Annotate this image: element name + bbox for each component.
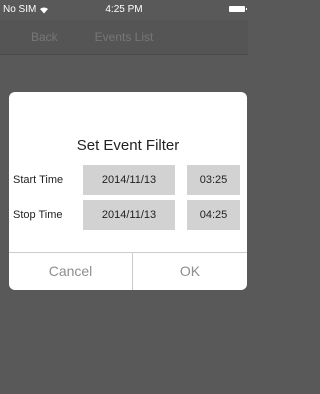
stop-date-field[interactable]: 2014/11/13 bbox=[83, 200, 175, 230]
status-time: 4:25 PM bbox=[105, 4, 143, 15]
stop-time-label: Stop Time bbox=[13, 209, 63, 221]
filter-dialog: Set Event Filter Start Time 2014/11/13 0… bbox=[9, 92, 247, 290]
nav-bar: Back Events List bbox=[0, 20, 248, 55]
start-date-field[interactable]: 2014/11/13 bbox=[83, 165, 175, 195]
start-time-label: Start Time bbox=[13, 174, 64, 186]
status-bar: No SIM 4:25 PM bbox=[0, 0, 248, 20]
dialog-title: Set Event Filter bbox=[76, 137, 180, 154]
screen: No SIM 4:25 PM Back Events List Set Even… bbox=[0, 0, 248, 394]
battery-icon bbox=[229, 6, 247, 12]
cancel-button[interactable]: Cancel bbox=[9, 253, 132, 290]
stop-time-field[interactable]: 04:25 bbox=[187, 200, 240, 230]
start-time-field[interactable]: 03:25 bbox=[187, 165, 240, 195]
nav-title: Events List bbox=[94, 30, 154, 44]
ok-button[interactable]: OK bbox=[133, 253, 247, 290]
